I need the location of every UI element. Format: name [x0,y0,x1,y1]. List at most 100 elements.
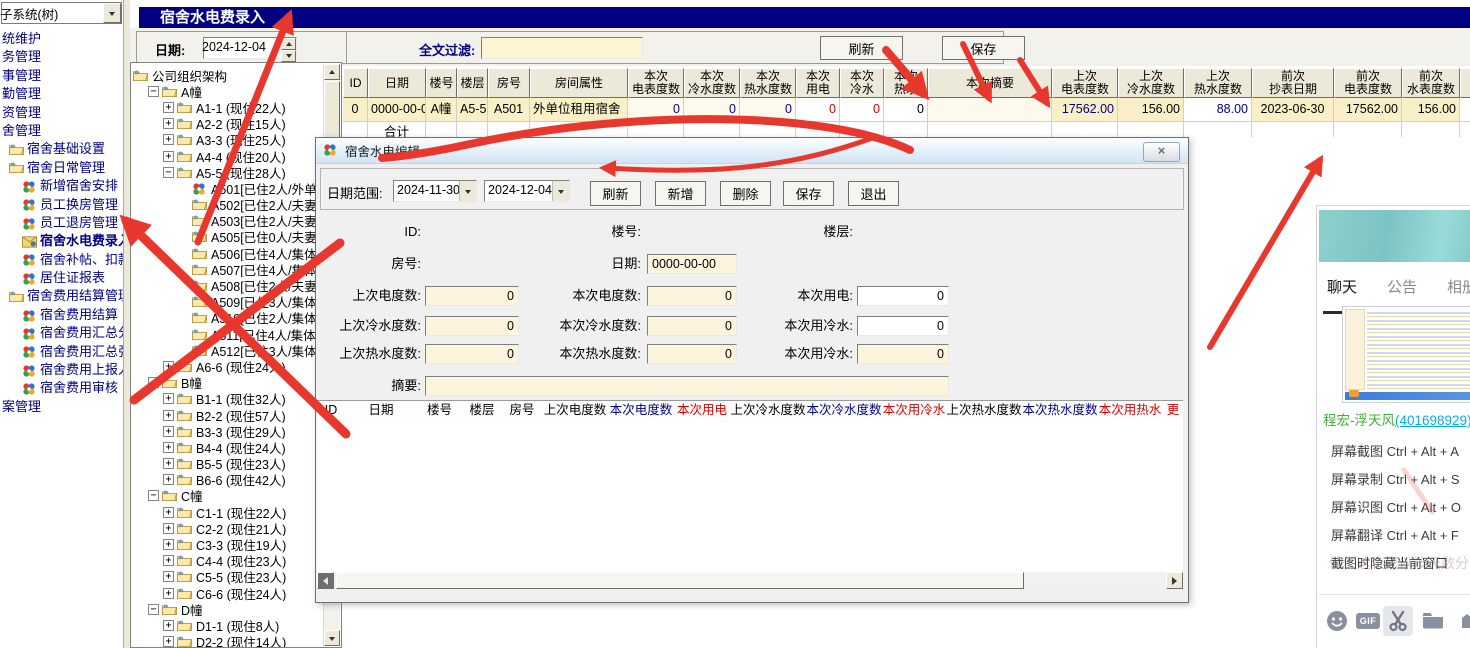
memo-field[interactable] [425,376,949,396]
tree-node[interactable]: A501[已住2人/外单 [133,180,324,196]
sidebar-item[interactable]: 宿舍水电费录入 [0,232,123,250]
tree-node[interactable]: +A4-4 (现住20人) [133,148,324,164]
table-cell[interactable]: 0000-00-00 [368,98,426,122]
date-to-combo[interactable]: 2024-12-04 [484,180,570,202]
table-cell[interactable] [1460,98,1470,122]
tree-scrollbar-thumb[interactable] [324,81,340,139]
collapse-icon[interactable]: − [148,377,159,388]
tree-node[interactable]: +C4-4 (现住23人) [133,553,324,569]
dropdown-arrow-icon[interactable] [103,3,121,23]
sidebar-item[interactable]: 统维护 [0,30,123,48]
collapse-icon[interactable]: − [148,604,159,615]
tree-node[interactable]: A512[已住3人/集体 [133,342,324,358]
column-header[interactable]: 房号 [488,68,530,98]
form-field[interactable]: 0 [857,344,949,364]
expand-icon[interactable]: + [163,571,174,582]
column-header[interactable]: 上次电表度数 [1052,68,1118,98]
dialog-save-button[interactable]: 保存 [783,181,834,206]
tree-node[interactable]: A509[已住3人/集体 [133,294,324,310]
table-cell[interactable]: A501 [488,98,530,122]
table-cell[interactable]: 17562.00 [1052,98,1118,122]
tree-node[interactable]: +C2-2 (现住21人) [133,520,324,536]
tree-node[interactable]: A506[已住4人/集体 [133,245,324,261]
form-field[interactable]: 0 [857,286,949,306]
tree-node[interactable]: +B6-6 (现住42人) [133,472,324,488]
expand-icon[interactable]: + [163,636,174,647]
expand-icon[interactable]: + [163,151,174,162]
tree-node[interactable]: A511[已住4人/集体 [133,326,324,342]
tree-node[interactable]: A510[已住2人/集体 [133,310,324,326]
table-row[interactable]: 00000-00-00A幢A5-5A501外单位租用宿舍00000017562.… [343,98,1470,122]
sidebar-item[interactable]: 新增宿舍安排 [0,177,123,195]
sidebar-item[interactable]: 务管理 [0,48,123,66]
expand-icon[interactable]: + [163,539,174,550]
sidebar-item[interactable]: 勤管理 [0,85,123,103]
expand-icon[interactable]: + [163,118,174,129]
tree-node[interactable]: +B3-3 (现住29人) [133,423,324,439]
more-tool-icon[interactable] [1455,606,1470,636]
column-header[interactable] [1460,68,1470,98]
sidebar-item[interactable]: 宿舍日常管理 [0,159,123,177]
tree-node[interactable]: 公司组织架构 [133,67,324,83]
dialog-column-header[interactable]: 日期 [345,401,417,421]
sidebar-item[interactable]: 舍管理 [0,122,123,140]
table-cell[interactable]: 17562.00 [1334,98,1402,122]
expand-icon[interactable]: + [163,620,174,631]
column-header[interactable]: 本次电表度数 [628,68,684,98]
dialog-column-header[interactable]: 本次电度数 [608,401,674,421]
tab-inactive[interactable]: 相册 [1445,272,1470,306]
emoji-icon[interactable] [1322,606,1352,636]
dialog-column-header[interactable]: 本次用热水 [1098,401,1162,421]
sidebar-item[interactable]: 宿舍费用汇总分类 [0,324,123,342]
dialog-column-header[interactable]: 上次冷水度数 [730,401,806,421]
expand-icon[interactable]: + [163,588,174,599]
close-icon[interactable]: × [1143,142,1180,162]
tab-active[interactable]: 聊天 [1325,272,1359,306]
dialog-refresh-button[interactable]: 刷新 [590,181,641,206]
spinner-down-icon[interactable] [281,50,296,62]
sidebar-item[interactable]: 宿舍费用结算管理 [0,287,123,305]
sidebar-item[interactable]: 事管理 [0,67,123,85]
dialog-delete-button[interactable]: 删除 [720,181,771,206]
form-field[interactable]: 0000-00-00 [647,254,737,274]
dialog-column-header[interactable]: 本次用冷水 [882,401,946,421]
dialog-exit-button[interactable]: 退出 [848,181,899,206]
expand-icon[interactable]: + [163,361,174,372]
sidebar-item[interactable]: 宿舍费用上报人事 [0,361,123,379]
dialog-column-header[interactable]: 楼层 [462,401,502,421]
dialog-column-header[interactable]: 本次热水度数 [1022,401,1098,421]
table-cell[interactable]: 0 [684,98,740,122]
column-header[interactable]: 日期 [368,68,426,98]
tree-node[interactable]: +C3-3 (现住19人) [133,536,324,552]
sidebar-item[interactable]: 居住证报表 [0,269,123,287]
dialog-titlebar[interactable]: 宿舍水电编辑 × [316,138,1188,164]
tree-node[interactable]: −B幢 [133,375,324,391]
form-field[interactable]: 0 [857,316,949,336]
tree-node[interactable]: +C1-1 (现住22人) [133,504,324,520]
sidebar-item[interactable]: 宿舍费用结算 [0,306,123,324]
expand-icon[interactable]: + [163,410,174,421]
tree-node[interactable]: +C6-6 (现住24人) [133,585,324,601]
sidebar-item[interactable]: 案管理 [0,398,123,416]
sidebar-item[interactable]: 员工换房管理 [0,196,123,214]
save-button[interactable]: 保存 [942,36,1025,60]
sidebar-item[interactable]: 宿舍费用审核 [0,379,123,397]
table-cell[interactable]: 0 [840,98,884,122]
expand-icon[interactable]: + [163,102,174,113]
combo-arrow-icon[interactable] [459,181,476,201]
menu-item[interactable]: 屏幕录制 Ctrl + Alt + S [1321,466,1470,494]
table-cell[interactable]: A幢 [426,98,457,122]
folder-icon[interactable] [1418,606,1448,636]
dialog-add-button[interactable]: 新增 [655,181,706,206]
tree-node[interactable]: −A5-5 (现住28人) [133,164,324,180]
dialog-grid-body[interactable] [317,421,1183,573]
tree-node[interactable]: +A6-6 (现住24人) [133,358,324,374]
table-cell[interactable]: 0 [740,98,796,122]
tree-node[interactable]: −D幢 [133,601,324,617]
tree-node[interactable]: +D1-1 (现住8人) [133,617,324,633]
expand-icon[interactable]: + [163,507,174,518]
scroll-up-icon[interactable] [324,64,340,80]
dialog-column-header[interactable]: 本次用电 [674,401,730,421]
column-header[interactable]: 本次冷水度数 [684,68,740,98]
collapse-icon[interactable]: − [163,167,174,178]
